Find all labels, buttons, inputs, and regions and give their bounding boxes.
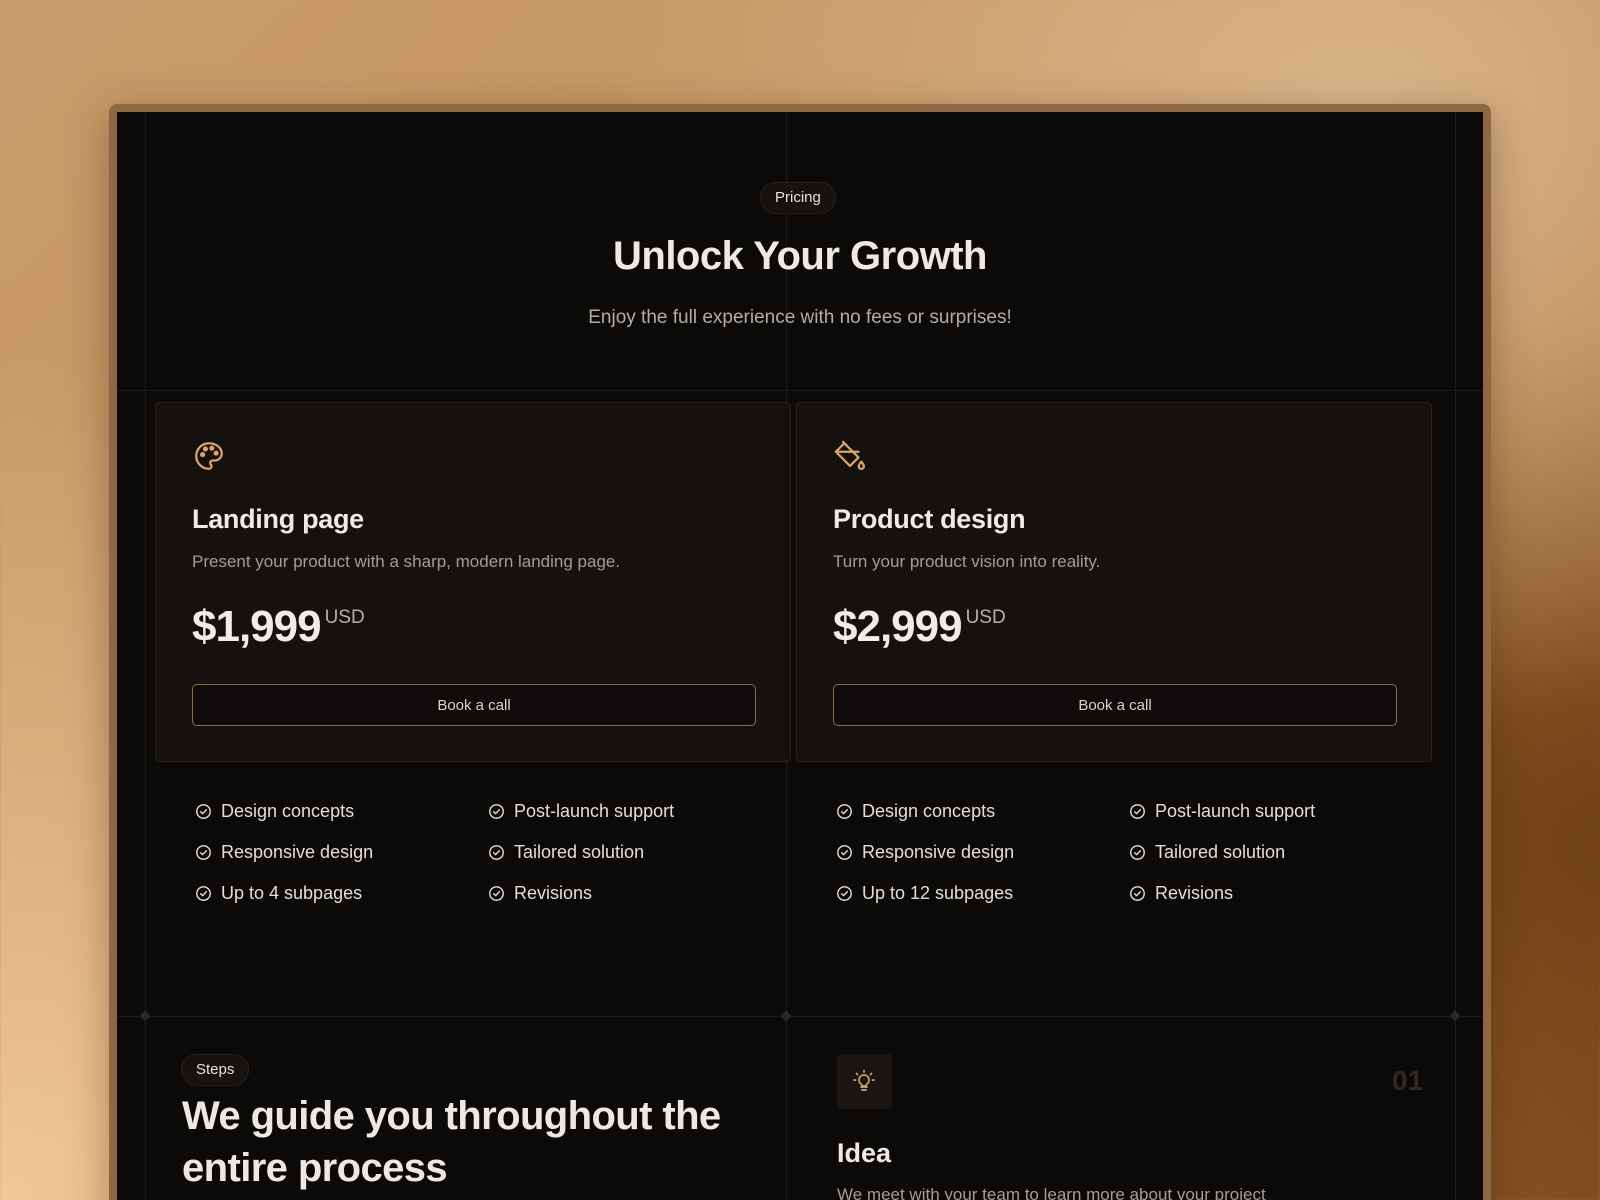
plan-card-product-design: Product design Turn your product vision … <box>796 402 1432 762</box>
check-circle-icon <box>837 803 852 819</box>
check-circle-icon <box>489 885 504 901</box>
step-description: We meet with your team to learn more abo… <box>837 1185 1266 1200</box>
plan-features-product-design: Design concepts Post-launch support Resp… <box>836 800 1396 904</box>
page-screen: Pricing Unlock Your Growth Enjoy the ful… <box>117 112 1483 1200</box>
pricing-subtitle: Enjoy the full experience with no fees o… <box>588 307 1012 328</box>
grid-line <box>117 390 1483 391</box>
check-circle-icon <box>1130 885 1145 901</box>
check-circle-icon <box>837 885 852 901</box>
feature-item: Up to 12 subpages <box>836 882 1129 904</box>
plan-currency: USD <box>324 607 365 628</box>
step-title: Idea <box>837 1138 892 1168</box>
feature-item: Revisions <box>1129 882 1396 904</box>
pricing-badge: Pricing <box>760 182 836 214</box>
palette-icon <box>192 439 226 473</box>
price-row: $1,999 USD <box>192 601 365 653</box>
check-circle-icon <box>837 844 852 860</box>
plan-description: Present your product with a sharp, moder… <box>192 552 621 571</box>
feature-item: Tailored solution <box>1129 841 1396 863</box>
feature-item: Design concepts <box>195 800 488 822</box>
check-circle-icon <box>489 844 504 860</box>
feature-label: Responsive design <box>221 841 374 862</box>
feature-label: Revisions <box>514 882 593 903</box>
plan-title: Landing page <box>192 504 364 534</box>
check-circle-icon <box>1130 803 1145 819</box>
feature-item: Up to 4 subpages <box>195 882 488 904</box>
grid-node <box>139 1010 151 1022</box>
feature-label: Up to 4 subpages <box>221 882 363 903</box>
check-circle-icon <box>196 844 211 860</box>
price-row: $2,999 USD <box>833 601 1006 653</box>
step-number: 01 <box>1392 1065 1424 1096</box>
steps-title: We guide you throughout the entire proce… <box>182 1094 721 1190</box>
plan-features-landing-page: Design concepts Post-launch support Resp… <box>195 800 755 904</box>
check-circle-icon <box>489 803 504 819</box>
feature-label: Design concepts <box>221 800 355 821</box>
book-call-button[interactable]: Book a call <box>833 684 1397 726</box>
step-icon-box <box>837 1054 892 1109</box>
feature-label: Design concepts <box>862 800 996 821</box>
steps-badge: Steps <box>181 1054 250 1086</box>
feature-label: Revisions <box>1155 882 1234 903</box>
feature-label: Responsive design <box>862 841 1015 862</box>
plan-price: $2,999 <box>833 602 963 651</box>
feature-item: Post-launch support <box>488 800 755 822</box>
grid-node <box>780 1010 792 1022</box>
check-circle-icon <box>196 803 211 819</box>
feature-label: Post-launch support <box>514 800 675 821</box>
plan-description: Turn your product vision into reality. <box>833 552 1101 571</box>
paint-bucket-icon <box>833 439 867 473</box>
feature-item: Tailored solution <box>488 841 755 863</box>
book-call-button[interactable]: Book a call <box>192 684 756 726</box>
check-circle-icon <box>196 885 211 901</box>
feature-label: Up to 12 subpages <box>862 882 1014 903</box>
plan-title: Product design <box>833 504 1026 534</box>
pricing-title: Unlock Your Growth <box>613 234 988 278</box>
feature-item: Design concepts <box>836 800 1129 822</box>
plan-card-landing-page: Landing page Present your product with a… <box>155 402 791 762</box>
feature-label: Tailored solution <box>1155 841 1286 862</box>
grid-line <box>117 1016 1483 1017</box>
plan-currency: USD <box>965 607 1006 628</box>
lightbulb-icon <box>853 1069 875 1091</box>
feature-item: Responsive design <box>195 841 488 863</box>
grid-node <box>1449 1010 1461 1022</box>
feature-item: Revisions <box>488 882 755 904</box>
feature-label: Post-launch support <box>1155 800 1316 821</box>
check-circle-icon <box>1130 844 1145 860</box>
feature-label: Tailored solution <box>514 841 645 862</box>
feature-item: Responsive design <box>836 841 1129 863</box>
plan-price: $1,999 <box>192 602 322 651</box>
feature-item: Post-launch support <box>1129 800 1396 822</box>
